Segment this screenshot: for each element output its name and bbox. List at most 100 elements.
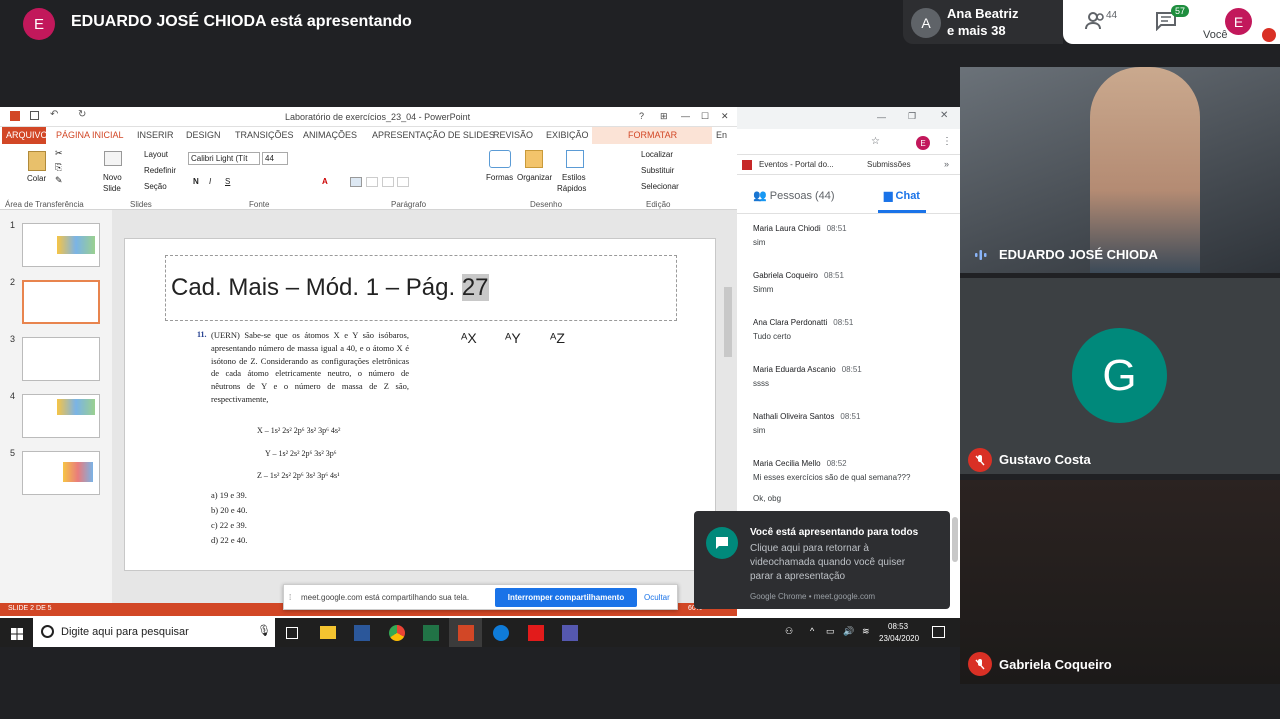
volume-icon[interactable]: 🔊 bbox=[843, 626, 854, 637]
task-view-icon[interactable] bbox=[286, 627, 298, 639]
people-icon bbox=[1085, 12, 1104, 30]
align-left-button[interactable] bbox=[350, 177, 362, 187]
help-button[interactable]: ? bbox=[639, 111, 644, 121]
participant-tile-gustavo[interactable]: G Gustavo Costa bbox=[960, 278, 1280, 474]
star-icon[interactable]: ☆ bbox=[871, 136, 880, 147]
arrange-button[interactable]: Organizar bbox=[517, 173, 552, 182]
bookmark-submissoes[interactable]: Submissões bbox=[867, 160, 911, 169]
undo-icon[interactable]: ↶ bbox=[50, 109, 58, 120]
stop-sharing-button[interactable]: Interromper compartilhamento bbox=[495, 588, 637, 607]
section-button[interactable]: Seção bbox=[144, 182, 167, 191]
hide-button[interactable]: Ocultar bbox=[644, 593, 670, 602]
format-painter-icon[interactable]: ✎ bbox=[55, 175, 63, 186]
ribbon-tabs: ARQUIVO PÁGINA INICIAL INSERIR DESIGN TR… bbox=[0, 127, 737, 144]
tab-exibicao[interactable]: EXIBIÇÃO bbox=[546, 130, 589, 140]
bookmark-eventos[interactable]: Eventos - Portal do... bbox=[759, 160, 834, 169]
font-size-select[interactable]: 44 bbox=[262, 152, 288, 165]
close-button[interactable]: ✕ bbox=[721, 111, 729, 122]
slide-thumbnail-2[interactable] bbox=[22, 280, 100, 324]
font-color-button[interactable]: A bbox=[322, 177, 328, 186]
meet-chat-icon bbox=[706, 527, 738, 559]
layout-button[interactable]: Layout bbox=[144, 150, 168, 159]
redo-icon[interactable]: ↻ bbox=[78, 109, 86, 120]
shapes-button[interactable]: Formas bbox=[486, 173, 513, 182]
action-center-icon[interactable] bbox=[932, 626, 945, 638]
tab-design[interactable]: DESIGN bbox=[186, 130, 221, 140]
taskbar-time[interactable]: 08:53 bbox=[888, 622, 908, 631]
tab-revisao[interactable]: REVISÃO bbox=[493, 130, 533, 140]
word-icon[interactable] bbox=[354, 625, 370, 641]
edge-icon[interactable] bbox=[493, 625, 509, 641]
slide-thumbnail-4[interactable] bbox=[22, 394, 100, 438]
participant-name-gustavo: Gustavo Costa bbox=[999, 452, 1091, 467]
justify-button[interactable] bbox=[397, 177, 409, 187]
minimize-button[interactable]: — bbox=[681, 111, 690, 121]
self-avatar[interactable]: E bbox=[1225, 8, 1252, 35]
maximize-button[interactable]: ☐ bbox=[701, 111, 709, 122]
new-slide-button[interactable]: Novo bbox=[103, 173, 122, 182]
tab-chat[interactable]: ▆ Chat bbox=[884, 189, 920, 202]
microphone-icon[interactable]: 🎙 bbox=[257, 624, 271, 637]
slide-thumbnail-1[interactable] bbox=[22, 223, 100, 267]
bookmarks-overflow-icon[interactable]: » bbox=[944, 159, 949, 169]
more-menu-icon[interactable]: ⋮ bbox=[942, 136, 952, 147]
taskbar-date[interactable]: 23/04/2020 bbox=[879, 634, 919, 643]
cut-icon[interactable]: ✂ bbox=[55, 148, 63, 159]
tab-en[interactable]: En bbox=[716, 130, 727, 140]
select-button[interactable]: Selecionar bbox=[641, 182, 679, 191]
ribbon-options-button[interactable]: ⊞ bbox=[660, 111, 668, 122]
slide-thumbnail-3[interactable] bbox=[22, 337, 100, 381]
chat-scrollbar[interactable] bbox=[952, 517, 958, 562]
chat-button[interactable]: 57 bbox=[1155, 5, 1190, 33]
underline-button[interactable]: S bbox=[225, 177, 230, 186]
file-explorer-icon[interactable] bbox=[320, 626, 336, 639]
acrobat-icon[interactable] bbox=[528, 625, 544, 641]
powerpoint-taskbar-active[interactable] bbox=[449, 618, 482, 647]
restore-button[interactable]: ❐ bbox=[908, 111, 916, 122]
chrome-profile-avatar[interactable]: E bbox=[916, 136, 930, 150]
wifi-icon[interactable]: ≋ bbox=[862, 626, 870, 637]
align-right-button[interactable] bbox=[382, 177, 394, 187]
people-button[interactable]: 44 bbox=[1085, 10, 1117, 33]
slide-canvas[interactable]: Cad. Mais – Mód. 1 – Pág. 27 11. (UERN) … bbox=[124, 238, 716, 571]
chat-message-text: Ok, obg bbox=[753, 494, 782, 503]
drag-handle-icon[interactable]: ⁞ bbox=[289, 593, 291, 602]
group-slides-label: Slides bbox=[130, 200, 152, 209]
config-x: X – 1s² 2s² 2p⁶ 3s² 3p⁶ 4s² bbox=[257, 426, 341, 435]
teams-icon[interactable] bbox=[562, 625, 578, 641]
replace-button[interactable]: Substituir bbox=[641, 166, 674, 175]
tray-chevron-icon[interactable]: ^ bbox=[810, 626, 814, 636]
quick-styles-button[interactable]: Estilos bbox=[562, 173, 586, 182]
people-pill[interactable]: A Ana Beatriz e mais 38 bbox=[903, 0, 1063, 44]
chrome-icon[interactable] bbox=[389, 625, 405, 641]
tab-pagina-inicial[interactable]: PÁGINA INICIAL bbox=[56, 130, 124, 140]
editor-scrollbar[interactable] bbox=[724, 287, 732, 357]
italic-button[interactable]: I bbox=[209, 177, 211, 186]
tab-transicoes[interactable]: TRANSIÇÕES bbox=[235, 130, 294, 140]
windows-start-icon[interactable] bbox=[11, 627, 23, 640]
participant-tile-gabriela[interactable]: Gabriela Coqueiro bbox=[960, 480, 1280, 684]
tab-apresentacao[interactable]: APRESENTAÇÃO DE SLIDES bbox=[372, 130, 495, 140]
participant-tile-presenter[interactable]: EDUARDO JOSÉ CHIODA bbox=[960, 67, 1280, 273]
taskbar-search-box[interactable]: Digite aqui para pesquisar 🎙 bbox=[33, 618, 275, 647]
bold-button[interactable]: N bbox=[193, 177, 199, 186]
find-button[interactable]: Localizar bbox=[641, 150, 673, 159]
close-button[interactable]: ✕ bbox=[940, 110, 948, 121]
minimize-button[interactable]: — bbox=[877, 112, 886, 122]
excel-icon[interactable] bbox=[423, 625, 439, 641]
slide-thumbnail-5[interactable] bbox=[22, 451, 100, 495]
align-center-button[interactable] bbox=[366, 177, 378, 187]
tab-people[interactable]: 👥 Pessoas (44) bbox=[753, 189, 835, 202]
tab-inserir[interactable]: INSERIR bbox=[137, 130, 174, 140]
font-name-select[interactable]: Calibri Light (Tít bbox=[188, 152, 260, 165]
tab-arquivo[interactable]: ARQUIVO bbox=[6, 130, 48, 140]
battery-icon[interactable]: ▭ bbox=[826, 626, 835, 637]
reset-button[interactable]: Redefinir bbox=[144, 166, 176, 175]
paste-button[interactable]: Colar bbox=[27, 174, 46, 183]
tab-formatar[interactable]: FORMATAR bbox=[628, 130, 677, 140]
copy-icon[interactable]: ⎘ bbox=[55, 162, 62, 173]
tab-animacoes[interactable]: ANIMAÇÕES bbox=[303, 130, 357, 140]
save-icon[interactable] bbox=[30, 111, 39, 120]
chrome-notification[interactable]: Você está apresentando para todos Clique… bbox=[694, 511, 950, 609]
people-tray-icon[interactable]: ⚇ bbox=[785, 626, 793, 637]
